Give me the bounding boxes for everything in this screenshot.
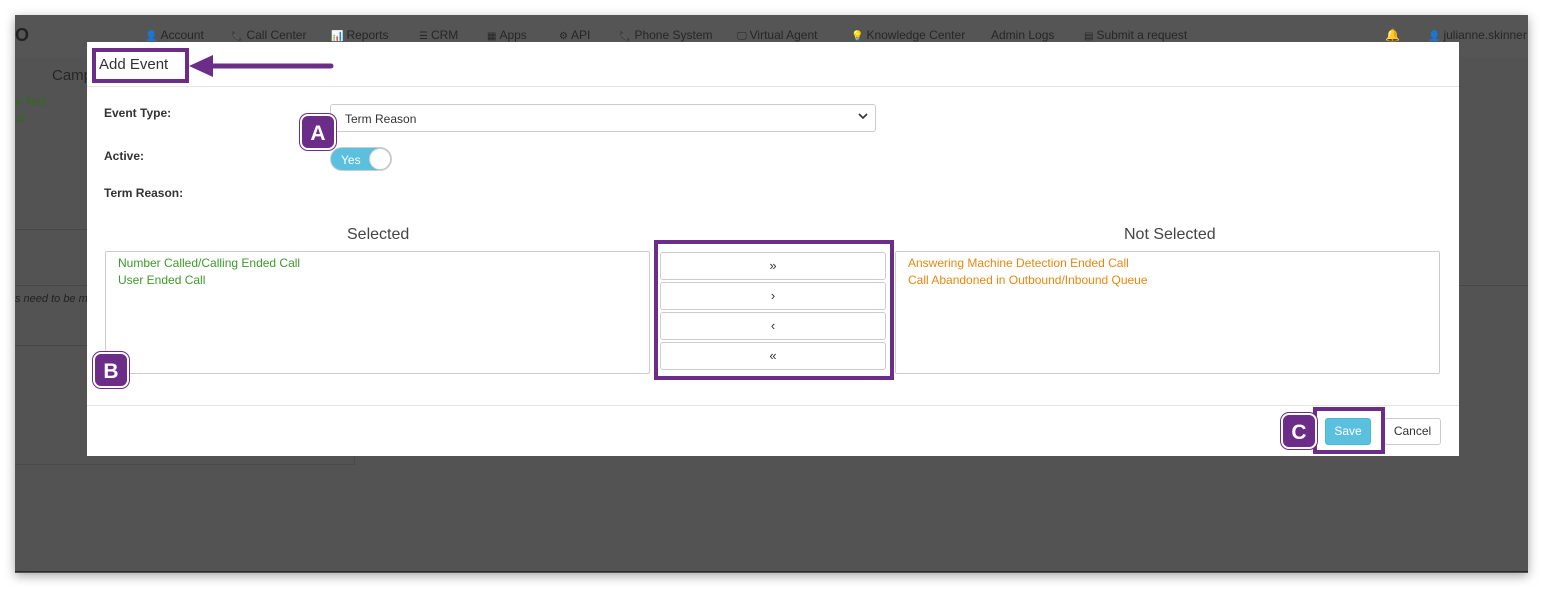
not-selected-listbox[interactable]: Answering Machine Detection Ended Call C…: [895, 251, 1440, 374]
phone-icon: 📞: [231, 31, 244, 42]
selected-heading: Selected: [347, 226, 410, 243]
nav-api[interactable]: ⚙ API: [559, 28, 590, 42]
nav-admin-logs[interactable]: Admin Logs: [991, 28, 1054, 42]
event-type-value: Term Reason: [345, 112, 417, 126]
list-item[interactable]: Answering Machine Detection Ended Call: [908, 255, 1439, 272]
user-icon: 👤: [1428, 31, 1441, 42]
list-item[interactable]: User Ended Call: [118, 272, 649, 289]
logo: O: [15, 25, 30, 45]
nav-apps[interactable]: ▦ Apps: [487, 28, 527, 42]
cancel-button[interactable]: Cancel: [1384, 418, 1441, 445]
not-selected-heading: Not Selected: [1124, 226, 1216, 243]
nav-knowledge-center[interactable]: 💡 Knowledge Center: [851, 28, 965, 42]
active-toggle-value: Yes: [341, 153, 361, 167]
toggle-knob: [369, 148, 391, 170]
selected-listbox[interactable]: Number Called/Calling Ended Call User En…: [105, 251, 650, 374]
screenshot-frame: O 👤 Account 📞 Call Center 📊 Reports ☰ CRM ▦ A…: [15, 15, 1528, 573]
title-highlight-box: [92, 48, 189, 83]
nav-virtual-agent[interactable]: 🖵 Virtual Agent: [737, 28, 817, 42]
annotation-badge-c: C: [1281, 413, 1317, 449]
active-label: Active:: [104, 149, 145, 163]
list-item[interactable]: Number Called/Calling Ended Call: [118, 255, 649, 272]
modal-footer: [87, 405, 1459, 456]
nav-user[interactable]: 👤 julianne.skinner: [1428, 28, 1527, 42]
move-buttons-highlight-box: [654, 240, 894, 380]
event-type-select[interactable]: Term Reason: [330, 104, 876, 132]
nav-phone-system[interactable]: 📞 Phone System: [619, 28, 713, 42]
lightbulb-icon: 💡: [851, 31, 864, 42]
nav-call-center[interactable]: 📞 Call Center: [231, 28, 306, 42]
list-icon: ☰: [419, 31, 428, 42]
background-link: al: [15, 111, 25, 125]
gear-icon: ⚙: [559, 31, 568, 42]
nav-crm[interactable]: ☰ CRM: [419, 28, 458, 42]
nav-account[interactable]: 👤 Account: [145, 28, 204, 42]
monitor-icon: 🖵: [737, 31, 747, 42]
annotation-badge-b: B: [93, 352, 129, 388]
annotation-badge-a: A: [300, 114, 336, 150]
divider: [15, 571, 1528, 572]
chevron-down-icon: [858, 113, 868, 120]
save-highlight-box: [1313, 407, 1385, 454]
nav-reports[interactable]: 📊 Reports: [331, 28, 388, 42]
nav-submit-request[interactable]: ▤ Submit a request: [1084, 28, 1187, 42]
list-item[interactable]: Call Abandoned in Outbound/Inbound Queue: [908, 272, 1439, 289]
term-reason-label: Term Reason:: [104, 186, 184, 200]
ticket-icon: ▤: [1084, 31, 1094, 42]
background-note: s need to be m: [15, 293, 88, 305]
phone-icon: 📞: [619, 31, 632, 42]
bar-chart-icon: 📊: [331, 31, 344, 42]
active-toggle[interactable]: Yes: [330, 147, 392, 171]
arrow-annotation-icon: [189, 55, 334, 77]
grid-icon: ▦: [487, 31, 497, 42]
background-link: e Test: [15, 94, 47, 108]
user-icon: 👤: [145, 31, 158, 42]
background-camp-label: Camp: [52, 67, 93, 84]
bell-icon[interactable]: 🔔: [1385, 28, 1400, 42]
event-type-label: Event Type:: [104, 106, 172, 120]
